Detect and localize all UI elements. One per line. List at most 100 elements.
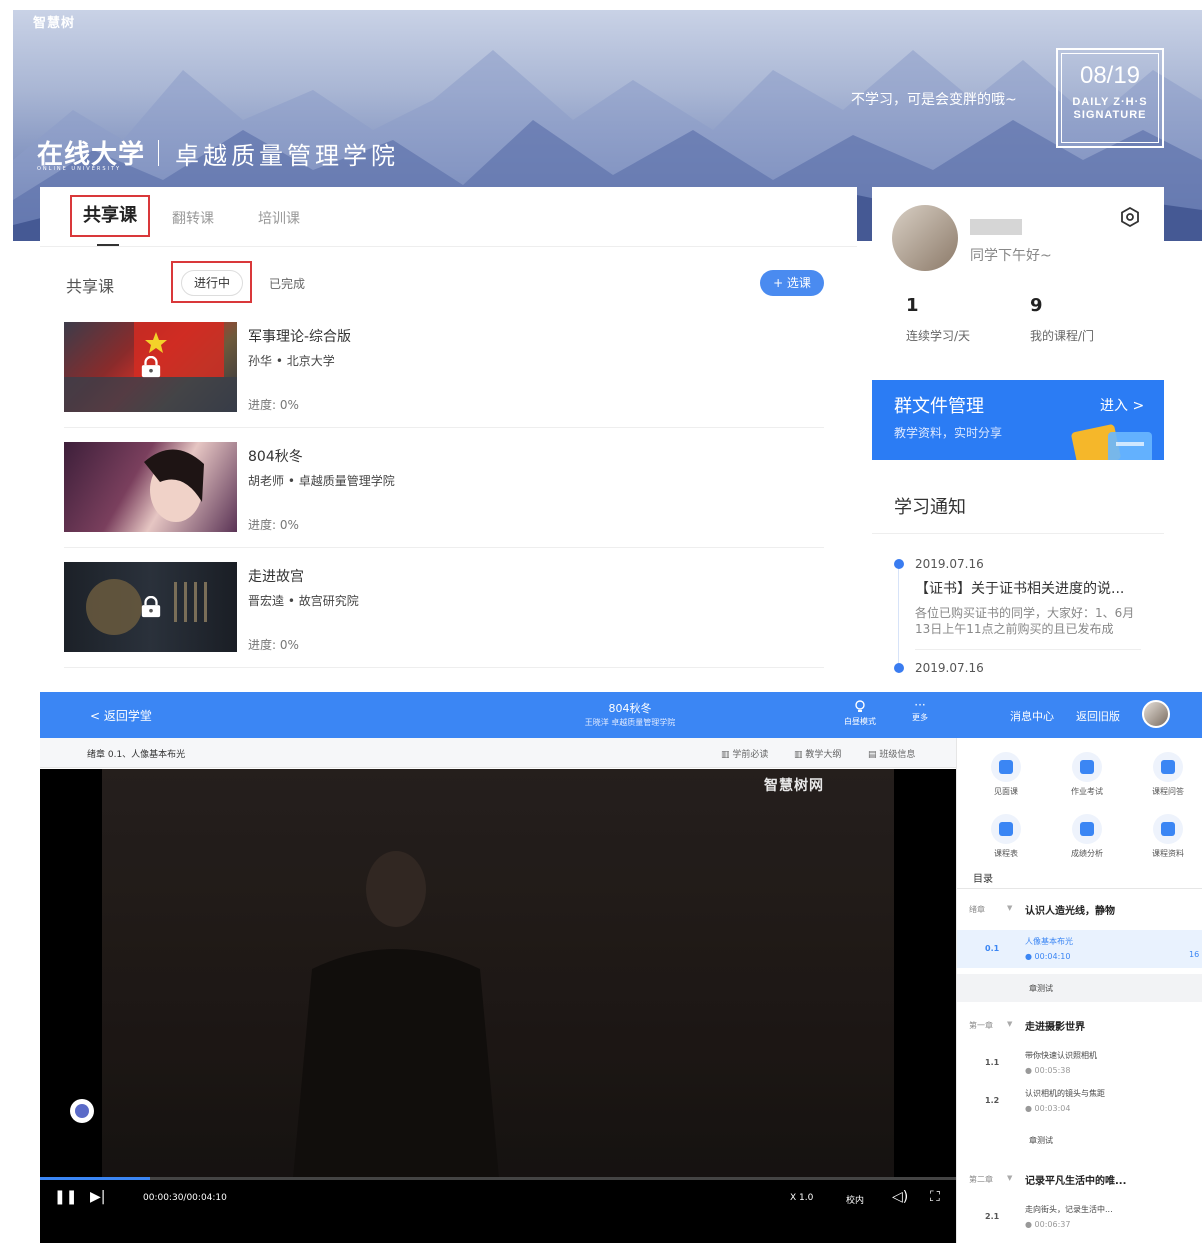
tool-schedule[interactable]: 课程表 [971,814,1041,859]
chapter-quiz[interactable]: 章测试 [957,974,1202,1002]
chapter-quiz[interactable]: 章测试 [957,1126,1202,1154]
tab-training-course[interactable]: 培训课 [258,208,300,228]
chapter-number: 第一章 [969,1021,993,1030]
my-courses-label: 我的课程/门 [1030,329,1095,343]
back-to-classroom-link[interactable]: < 返回学堂 [90,707,152,724]
course-thumbnail[interactable] [64,442,237,532]
lesson-item[interactable]: 0.1 人像基本布光 ● 00:04:10 16 [957,930,1202,968]
course-subtitle: 王晓洋 卓越质量管理学院 [584,718,676,727]
video-area[interactable]: 智慧树网 ❚❚ ▶| 00:00:30/00:04:10 X 1.0 校内 ◁)… [40,769,956,1243]
syllabus-label: 教学大纲 [805,750,842,760]
tool-label: 作业考试 [1071,787,1103,796]
next-icon[interactable]: ▶| [90,1189,105,1205]
timeline-line [898,567,899,673]
course-name[interactable]: 804秋冬 [248,446,303,466]
select-course-button[interactable]: + 选课 [760,270,824,296]
course-type-tabs: 共享课 翻转课 培训课 [40,187,857,247]
avatar[interactable] [1142,700,1170,728]
pre-reading-link[interactable]: ▥ 学前必读 [721,747,768,760]
chevron-down-icon: ▼ [1007,1020,1013,1028]
message-center-link[interactable]: 消息中心 [1010,708,1054,724]
course-name[interactable]: 走进故宫 [248,566,304,586]
video-player-page: < 返回学堂 804秋冬 王晓洋 卓越质量管理学院 白昼模式 ··· 更多 消息… [40,692,1202,1243]
assistant-bubble-icon[interactable] [70,1099,94,1123]
tool-label: 见面课 [994,787,1018,796]
syllabus-link[interactable]: ▥ 教学大纲 [794,747,841,760]
chapter-name: 认识人造光线，静物 [1025,906,1115,917]
play-circle-icon: ● [1025,1104,1035,1113]
tab-shared-course[interactable]: 共享课 [70,195,150,237]
notice-headline[interactable]: 【证书】关于证书相关进度的说... [915,578,1124,598]
lesson-item[interactable]: 1.2 认识相机的镜头与焦距 ● 00:03:04 [957,1082,1202,1120]
chapter-header[interactable]: 第一章 ▼ 走进摄影世界 [957,1008,1202,1044]
chevron-down-icon: ▼ [1007,904,1013,912]
my-courses-value: 9 [1030,295,1043,316]
lesson-duration: ● 00:04:10 [1025,952,1070,961]
day-mode-label: 白昼模式 [844,717,876,726]
course-name[interactable]: 军事理论-综合版 [248,326,351,346]
course-item[interactable]: 军事理论-综合版 孙华 • 北京大学 进度: 0% [64,308,824,428]
more-menu[interactable]: ··· 更多 [902,698,938,723]
avatar[interactable] [892,205,958,271]
tool-label: 课程问答 [1152,787,1184,796]
section-title: 共享课 [66,277,115,296]
lesson-item[interactable]: 2.1 走向街头，记录生活中... ● 00:06:37 [957,1198,1202,1236]
lesson-name: 走向街头，记录生活中... [1025,1205,1113,1214]
lock-icon [141,356,161,378]
course-thumbnail[interactable] [64,562,237,652]
progress-fill [40,1177,150,1180]
lightbulb-icon [855,700,865,712]
lesson-duration: ● 00:06:37 [1025,1220,1070,1229]
video-frame[interactable]: 智慧树网 [102,769,894,1189]
signature-line1: DAILY Z·H·S [1072,96,1148,108]
chapter-header[interactable]: 绪章 ▼ 认识人造光线，静物 [957,892,1202,928]
old-version-link[interactable]: 返回旧版 [1076,708,1120,724]
tool-meeting-course[interactable]: 见面课 [971,752,1041,797]
book-icon: ▥ [721,750,733,760]
brand-subtitle: ONLINE UNIVERSITY [37,166,122,172]
class-info-icon: ▤ [868,750,880,760]
group-files-title: 群文件管理 [894,396,984,417]
folder-icon [1153,814,1183,844]
lesson-crumb-bar: 绪章 0.1、人像基本布光 ▥ 学前必读 ▥ 教学大纲 ▤ 班级信息 [40,738,956,768]
tool-course-materials[interactable]: 课程资料 [1133,814,1202,859]
tool-grade-analysis[interactable]: 成绩分析 [1052,814,1122,859]
signature-line2: SIGNATURE [1073,109,1147,121]
speed-selector[interactable]: X 1.0 [790,1193,813,1203]
tool-homework-exam[interactable]: 作业考试 [1052,752,1122,797]
group-files-card[interactable]: 群文件管理 教学资料，实时分享 进入 > [872,380,1164,460]
course-title: 804秋冬 [608,702,652,715]
filter-completed[interactable]: 已完成 [269,275,305,292]
filter-in-progress[interactable]: 进行中 [181,270,243,296]
course-teacher: 晋宏逵 • 故宫研究院 [248,594,359,608]
study-streak-label: 连续学习/天 [906,329,971,343]
course-sidebar: 见面课 作业考试 课程问答 课程表 成绩分析 课程资料 目录 绪章 ▼ 认识人造… [956,738,1202,1243]
tool-course-qa[interactable]: 课程问答 [1133,752,1202,797]
slogan: 不学习，可是会变胖的哦~ [851,92,1017,108]
group-files-subtitle: 教学资料，实时分享 [894,426,1003,440]
line-selector[interactable]: 校内 [846,1193,864,1206]
group-files-enter-link[interactable]: 进入 > [1100,395,1144,415]
calendar-icon [991,814,1021,844]
tab-flipped-course[interactable]: 翻转课 [172,208,214,228]
progress-bar[interactable] [40,1177,956,1180]
class-info-label: 班级信息 [879,750,916,760]
lesson-number: 2.1 [985,1212,1000,1221]
lesson-item[interactable]: 1.1 带你快速认识照相机 ● 00:05:38 [957,1044,1202,1082]
notices-divider [872,533,1164,534]
class-info-link[interactable]: ▤ 班级信息 [868,747,915,760]
settings-icon[interactable] [1120,207,1140,227]
notice-dot [894,559,904,569]
volume-icon[interactable]: ◁) [892,1189,908,1205]
speaker-image [102,769,894,1189]
site-logo[interactable]: 智慧树 [33,12,75,31]
pause-icon[interactable]: ❚❚ [54,1189,77,1205]
course-teacher: 胡老师 • 卓越质量管理学院 [248,474,395,488]
course-thumbnail[interactable] [64,322,237,412]
day-mode-toggle[interactable]: 白昼模式 [838,698,882,727]
course-item[interactable]: 走进故宫 晋宏逵 • 故宫研究院 进度: 0% [64,548,824,668]
player-topbar: < 返回学堂 804秋冬 王晓洋 卓越质量管理学院 白昼模式 ··· 更多 消息… [40,692,1202,738]
course-item[interactable]: 804秋冬 胡老师 • 卓越质量管理学院 进度: 0% [64,428,824,548]
chapter-header[interactable]: 第二章 ▼ 记录平凡生活中的唯... [957,1162,1202,1198]
fullscreen-icon[interactable]: ⛶ [930,1189,940,1205]
